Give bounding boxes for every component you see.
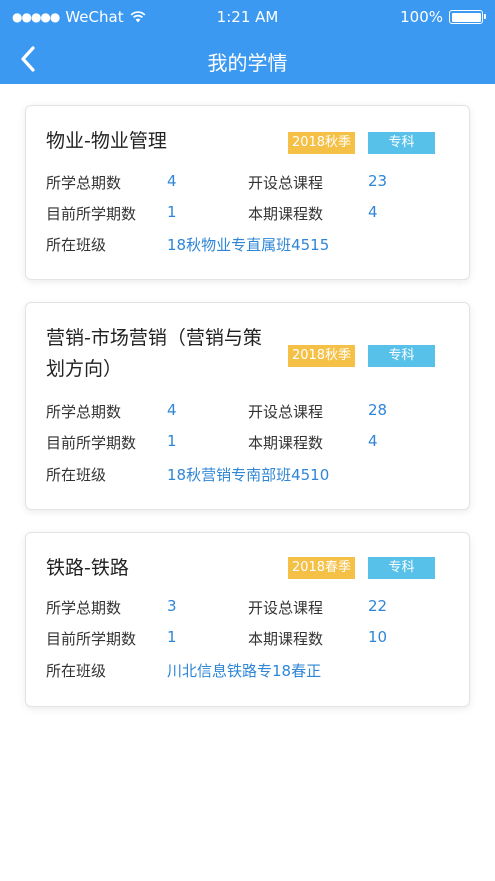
current-term-label: 目前所学期数 bbox=[46, 630, 137, 648]
major-title: 铁路-铁路 bbox=[46, 557, 129, 579]
term-courses-value: 4 bbox=[368, 432, 378, 450]
battery-percent: 100% bbox=[400, 8, 443, 26]
status-bar: ●●●●● WeChat 1:21 AM 100% bbox=[0, 0, 495, 34]
battery-icon bbox=[449, 10, 486, 24]
class-value: 18秋物业专直属班4515 bbox=[167, 236, 330, 254]
study-card[interactable]: 营销-市场营销（营销与策 划方向） 2018秋季 专科 所学总期数 4 开设总课… bbox=[25, 302, 470, 510]
current-term-value: 1 bbox=[167, 203, 177, 221]
current-term-value: 1 bbox=[167, 432, 177, 450]
total-terms-label: 所学总期数 bbox=[46, 403, 122, 421]
page-title: 我的学情 bbox=[207, 51, 288, 75]
term-courses-label: 本期课程数 bbox=[248, 434, 324, 452]
current-term-label: 目前所学期数 bbox=[46, 434, 137, 452]
total-terms-value: 3 bbox=[167, 597, 177, 615]
level-badge: 专科 bbox=[368, 132, 435, 154]
season-badge: 2018秋季 bbox=[288, 345, 355, 367]
term-courses-value: 4 bbox=[368, 203, 378, 221]
term-courses-label: 本期课程数 bbox=[248, 630, 324, 648]
total-courses-value: 22 bbox=[368, 597, 388, 615]
current-term-value: 1 bbox=[167, 628, 177, 646]
class-label: 所在班级 bbox=[46, 662, 107, 680]
study-card[interactable]: 铁路-铁路 2018春季 专科 所学总期数 3 开设总课程 22 目前所学期数 … bbox=[25, 532, 470, 707]
total-courses-label: 开设总课程 bbox=[248, 599, 324, 617]
class-label: 所在班级 bbox=[46, 466, 107, 484]
total-courses-label: 开设总课程 bbox=[248, 403, 324, 421]
total-terms-value: 4 bbox=[167, 172, 177, 190]
total-courses-label: 开设总课程 bbox=[248, 174, 324, 192]
class-value: 川北信息铁路专18春正 bbox=[167, 662, 322, 680]
total-terms-label: 所学总期数 bbox=[46, 174, 122, 192]
total-terms-value: 4 bbox=[167, 401, 177, 419]
study-card[interactable]: 物业-物业管理 2018秋季 专科 所学总期数 4 开设总课程 23 目前所学期… bbox=[25, 105, 470, 280]
total-terms-label: 所学总期数 bbox=[46, 599, 122, 617]
level-badge: 专科 bbox=[368, 345, 435, 367]
season-badge: 2018春季 bbox=[288, 557, 355, 579]
level-badge: 专科 bbox=[368, 557, 435, 579]
status-right: 100% bbox=[400, 8, 486, 26]
total-courses-value: 28 bbox=[368, 401, 388, 419]
term-courses-value: 10 bbox=[368, 628, 388, 646]
total-courses-value: 23 bbox=[368, 172, 388, 190]
class-label: 所在班级 bbox=[46, 236, 107, 254]
season-badge: 2018秋季 bbox=[288, 132, 355, 154]
current-term-label: 目前所学期数 bbox=[46, 205, 137, 223]
major-title: 物业-物业管理 bbox=[46, 130, 167, 152]
term-courses-label: 本期课程数 bbox=[248, 205, 324, 223]
class-value: 18秋营销专南部班4510 bbox=[167, 466, 330, 484]
major-title: 营销-市场营销（营销与策 划方向） bbox=[46, 327, 262, 380]
nav-bar: 我的学情 bbox=[0, 34, 495, 84]
